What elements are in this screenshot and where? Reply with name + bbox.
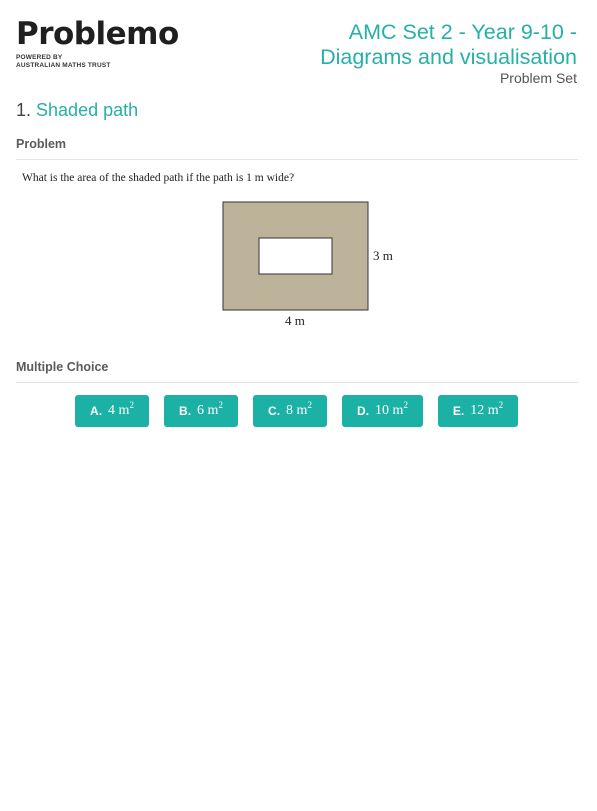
inner-rectangle — [258, 237, 333, 275]
choice-letter: A. — [90, 404, 103, 418]
shaded-path-diagram: 3 m 4 m — [222, 201, 393, 328]
choice-value: 4 m2 — [108, 400, 134, 419]
choice-c-button[interactable]: C. 8 m2 — [253, 395, 327, 427]
choice-value: 8 m2 — [286, 400, 312, 419]
height-label: 3 m — [373, 248, 393, 263]
choice-a-button[interactable]: A. 4 m2 — [75, 395, 149, 427]
choice-value: 12 m2 — [470, 400, 504, 419]
width-label: 4 m — [285, 313, 305, 328]
choice-value: 10 m2 — [375, 400, 408, 419]
answer-choices: A. 4 m2 B. 6 m2 C. 8 m2 D. 10 m2 E. 12 m… — [0, 395, 597, 427]
choices-divider — [16, 382, 578, 383]
choice-b-button[interactable]: B. 6 m2 — [164, 395, 238, 427]
page: Problemo POWERED BY AUSTRALIAN MATHS TRU… — [0, 0, 597, 811]
choice-letter: C. — [268, 404, 281, 418]
choice-letter: E. — [452, 404, 465, 418]
choice-e-button[interactable]: E. 12 m2 — [438, 395, 518, 427]
choice-d-button[interactable]: D. 10 m2 — [342, 395, 423, 427]
choice-letter: B. — [179, 404, 192, 418]
choice-letter: D. — [357, 404, 370, 418]
multiple-choice-label: Multiple Choice — [16, 360, 109, 374]
choice-value: 6 m2 — [197, 400, 223, 419]
